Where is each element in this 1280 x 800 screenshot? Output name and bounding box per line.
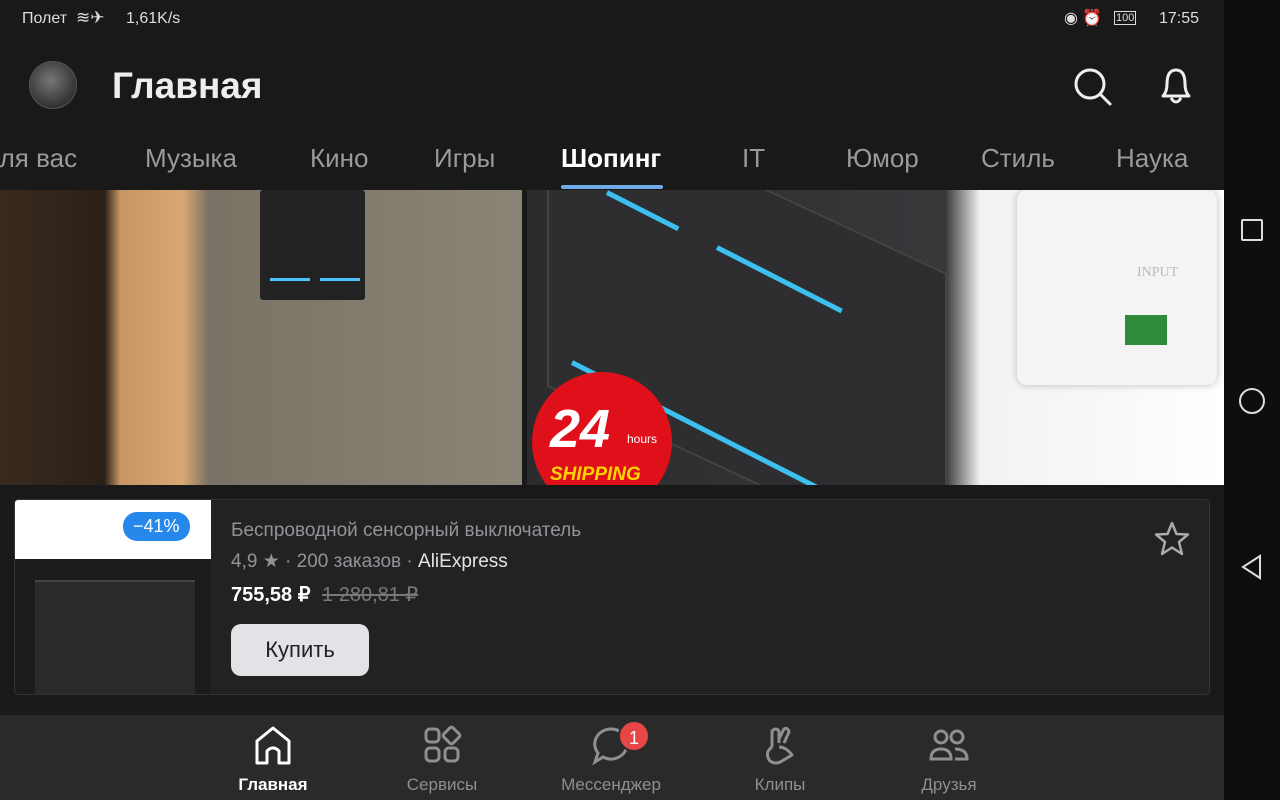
active-tab-indicator <box>561 185 663 189</box>
nav-home[interactable]: Главная <box>213 715 333 800</box>
price-row: 755,58 ₽ 1 280,81 ₽ <box>231 582 418 607</box>
tab-shopping[interactable]: Шопинг <box>561 143 661 174</box>
nav-messenger[interactable]: 1 Мессенджер <box>551 715 671 800</box>
services-icon <box>424 725 462 763</box>
product-photo-left[interactable] <box>0 190 522 485</box>
home-icon <box>255 726 291 765</box>
rating: 4,9 <box>231 551 258 572</box>
tab-humor[interactable]: Юмор <box>846 143 919 174</box>
product-card[interactable]: −41% Беспроводной сенсорный выключатель … <box>14 499 1210 695</box>
header: Главная <box>0 38 1224 135</box>
tab-it[interactable]: IT <box>742 143 765 174</box>
search-icon[interactable] <box>1072 66 1114 108</box>
buy-button[interactable]: Купить <box>231 624 369 676</box>
back-triangle-icon[interactable] <box>1240 554 1264 580</box>
eye-alarm-icon: ◉ ⏰ <box>1064 10 1103 27</box>
status-bar: Полет ≋✈ 1,61K/s ◉ ⏰ 100 17:55 <box>0 0 1224 38</box>
product-meta: 4,9 ★ · 200 заказов · AliExpress <box>231 550 508 573</box>
discount-badge: −41% <box>123 512 190 541</box>
battery-icon: 100 <box>1114 11 1137 25</box>
tab-for-you[interactable]: Для вас <box>0 143 77 174</box>
product-title: Беспроводной сенсорный выключатель <box>231 520 582 541</box>
airplane-mode-label: Полет <box>22 10 68 27</box>
wifi-airplane-icon: ≋✈ <box>76 8 105 27</box>
product-photo-right[interactable]: INPUT 24 hours SHIPPING <box>527 190 1224 485</box>
system-navigation-bar <box>1224 0 1280 800</box>
page-title: Главная <box>112 65 263 106</box>
nav-friends[interactable]: Друзья <box>889 715 1009 800</box>
tab-style[interactable]: Стиль <box>981 143 1055 174</box>
nav-services[interactable]: Сервисы <box>382 715 502 800</box>
tab-movies[interactable]: Кино <box>310 143 369 174</box>
store-name: AliExpress <box>418 551 508 572</box>
clock: 17:55 <box>1159 10 1200 27</box>
home-circle-icon[interactable] <box>1239 388 1265 414</box>
friends-icon <box>929 729 969 761</box>
old-price: 1 280,81 ₽ <box>322 584 419 606</box>
tab-science[interactable]: Наука <box>1116 143 1188 174</box>
unread-badge: 1 <box>618 720 650 752</box>
tab-music[interactable]: Музыка <box>145 143 237 174</box>
recent-apps-icon[interactable] <box>1241 219 1263 241</box>
tab-games[interactable]: Игры <box>434 143 495 174</box>
network-speed: 1,61K/s <box>126 10 181 27</box>
clips-icon <box>765 726 794 765</box>
price: 755,58 ₽ <box>231 584 311 606</box>
orders-count: · 200 заказов · <box>285 551 413 572</box>
input-label: INPUT <box>1137 265 1179 280</box>
star-filled-icon: ★ <box>262 551 280 572</box>
avatar[interactable] <box>29 61 77 109</box>
bell-icon[interactable] <box>1155 64 1197 108</box>
bottom-navigation: Главная Сервисы 1 Мессенджер Клипы Друзь… <box>0 715 1224 800</box>
nav-clips[interactable]: Клипы <box>720 715 840 800</box>
favorite-star-icon[interactable] <box>1153 520 1191 558</box>
